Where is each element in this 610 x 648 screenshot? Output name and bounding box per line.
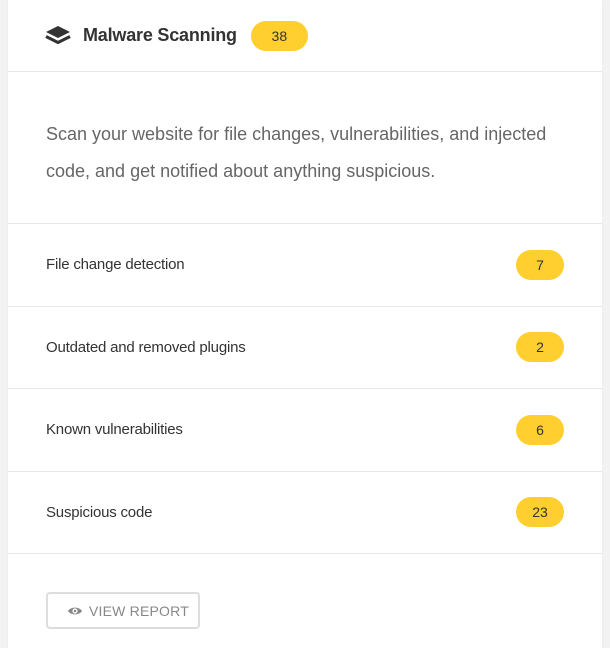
list-item-label: Outdated and removed plugins (46, 338, 246, 356)
card-title: Malware Scanning (83, 25, 237, 45)
list-item-file-change-detection[interactable]: File change detection 7 (8, 224, 602, 307)
list-item-suspicious-code[interactable]: Suspicious code 23 (8, 472, 602, 554)
list-item-label: File change detection (46, 256, 185, 274)
issue-count-badge: 7 (516, 249, 564, 280)
view-report-label: VIEW REPORT (89, 602, 189, 619)
card-description: Scan your website for file changes, vuln… (8, 72, 602, 224)
card-footer: VIEW REPORT (8, 554, 602, 629)
list-item-known-vulnerabilities[interactable]: Known vulnerabilities 6 (8, 389, 602, 472)
list-item-label: Suspicious code (46, 503, 153, 521)
malware-scanning-card: Malware Scanning 38 Scan your website fo… (8, 0, 602, 648)
issue-count-badge: 2 (516, 332, 564, 363)
issue-count-badge: 6 (516, 414, 564, 445)
total-issues-badge: 38 (250, 20, 308, 51)
description-text: Scan your website for file changes, vuln… (46, 124, 547, 181)
eye-icon (67, 605, 83, 617)
issue-count-badge: 23 (516, 497, 564, 528)
view-report-button[interactable]: VIEW REPORT (46, 592, 200, 629)
list-item-outdated-plugins[interactable]: Outdated and removed plugins 2 (8, 307, 602, 389)
list-item-label: Known vulnerabilities (46, 421, 183, 439)
layers-icon (45, 24, 73, 48)
card-header: Malware Scanning 38 (8, 0, 602, 72)
